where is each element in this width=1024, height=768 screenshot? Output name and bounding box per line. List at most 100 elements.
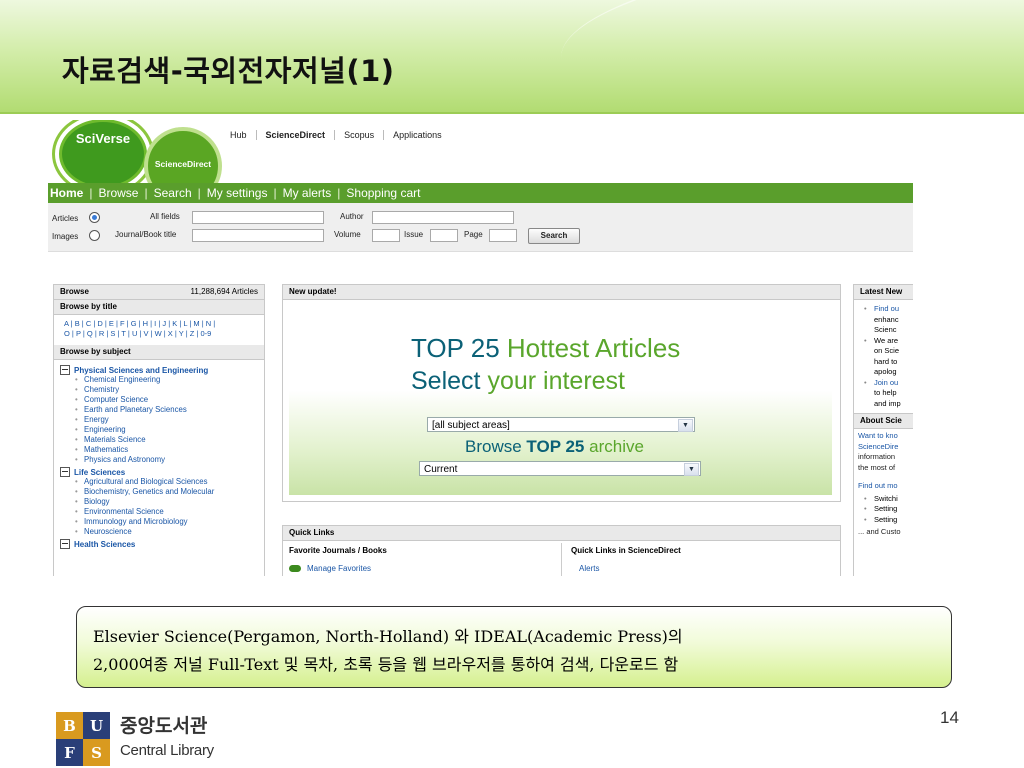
subject-item[interactable]: Chemical Engineering (60, 375, 258, 385)
author-input[interactable] (372, 211, 514, 224)
collapse-icon[interactable] (60, 467, 70, 477)
search-bar: Articles Images All fields Journal/Book … (48, 203, 913, 252)
quick-links-sd-heading: Quick Links in ScienceDirect (571, 546, 681, 555)
browse-by-subject-header: Browse by subject (54, 345, 264, 360)
issue-input[interactable] (430, 229, 458, 242)
callout-line-2: 2,000여종 저널 Full-Text 및 목차, 초록 등을 웹 브라우저를… (93, 655, 679, 674)
subject-area-select[interactable]: [all subject areas] ▼ (427, 417, 695, 432)
news-item-text: enhanc (874, 314, 899, 324)
subject-item[interactable]: Immunology and Microbiology (60, 517, 258, 527)
nav-home[interactable]: Home (50, 186, 89, 200)
latest-news-header: Latest New (854, 285, 913, 300)
bufs-emblem: B U F S (56, 712, 110, 766)
subject-item-continued[interactable]: Biology (60, 497, 258, 507)
issue-label: Issue (404, 230, 424, 239)
divider (561, 543, 562, 576)
news-item-text: and imp (874, 398, 901, 408)
volume-label: Volume (334, 230, 361, 239)
subject-item[interactable]: Physics and Astronomy (60, 455, 258, 465)
quick-links-header: Quick Links (283, 526, 840, 541)
slide-header: 자료검색-국외전자저널(1) (0, 0, 1024, 129)
archive-period-select[interactable]: Current ▼ (419, 461, 701, 476)
news-item: We are (864, 336, 913, 347)
latest-news-list: Find ou enhanc Scienc We are on Scie har… (854, 300, 913, 409)
find-out-item[interactable]: Setting (864, 504, 913, 515)
and-custom-link[interactable]: ... and Custo (854, 525, 913, 540)
volume-input[interactable] (372, 229, 400, 242)
callout-line-1: Elsevier Science(Pergamon, North-Holland… (93, 627, 683, 646)
images-label: Images (52, 232, 79, 241)
subject-item[interactable]: Biochemistry, Genetics and Molecular (60, 487, 258, 497)
author-label: Author (340, 212, 364, 221)
promo-subline: Select your interest (411, 367, 625, 395)
nav-my-settings[interactable]: My settings (201, 186, 274, 200)
sciencedirect-screenshot: SciVerse ScienceDirect Hub ScienceDirect… (48, 120, 913, 576)
subject-item[interactable]: Neuroscience (60, 527, 258, 537)
decorative-swirl (554, 0, 1024, 129)
library-name-korean: 중앙도서관 (120, 715, 208, 737)
slide-title: 자료검색-국외전자저널(1) (62, 54, 395, 88)
top-link-sciencedirect[interactable]: ScienceDirect (255, 130, 335, 140)
news-item[interactable]: Find ou (864, 304, 913, 315)
subject-item[interactable]: Mathematics (60, 445, 258, 455)
articles-label: Articles (52, 214, 79, 223)
subject-item[interactable]: Engineering (60, 425, 258, 435)
nav-browse[interactable]: Browse (92, 186, 144, 200)
top-link-scopus[interactable]: Scopus (334, 130, 383, 140)
subject-item[interactable]: Energy (60, 415, 258, 425)
browse-top25-link[interactable]: Browse TOP 25 archive (465, 437, 644, 457)
collapse-icon[interactable] (60, 539, 70, 549)
collapse-icon[interactable] (60, 365, 70, 375)
all-fields-label: All fields (150, 212, 180, 221)
news-item-text: Scienc (874, 325, 897, 334)
news-item[interactable]: Join ou (864, 378, 913, 389)
news-item-text: hard to (874, 356, 898, 366)
subject-item[interactable]: Agricultural and Biological Sciences (60, 477, 258, 487)
subject-group[interactable]: Health Sciences (60, 539, 258, 549)
new-update-header: New update! (283, 285, 840, 300)
promo-headline: TOP 25 Hottest Articles (411, 333, 681, 363)
alerts-link[interactable]: Alerts (579, 564, 599, 573)
page-label: Page (464, 230, 483, 239)
subject-item[interactable]: Computer Science (60, 395, 258, 405)
chevron-down-icon[interactable]: ▼ (684, 463, 699, 476)
page-input[interactable] (489, 229, 517, 242)
article-count: 11,288,694 Articles (190, 287, 258, 296)
articles-radio[interactable] (89, 212, 100, 223)
find-out-list: Switchi Setting Setting (854, 494, 913, 526)
about-text: Want to kno ScienceDire information the … (854, 429, 913, 494)
news-item-text: apolog (874, 367, 897, 376)
subject-item[interactable]: Earth and Planetary Sciences (60, 405, 258, 415)
find-out-item[interactable]: Setting (864, 515, 913, 526)
top-links: Hub ScienceDirect Scopus Applications (230, 130, 451, 140)
manage-favorites-link[interactable]: Manage Favorites (289, 564, 371, 573)
favorite-journals-heading: Favorite Journals / Books (289, 546, 387, 555)
browse-by-title-header: Browse by title (54, 300, 264, 315)
all-fields-input[interactable] (192, 211, 324, 224)
quick-links-panel: Quick Links Favorite Journals / Books Qu… (282, 525, 841, 576)
description-callout: Elsevier Science(Pergamon, North-Holland… (76, 606, 952, 688)
nav-search[interactable]: Search (148, 186, 198, 200)
nav-my-alerts[interactable]: My alerts (277, 186, 338, 200)
subject-item[interactable]: Materials Science (60, 435, 258, 445)
find-out-more[interactable]: Find out mo (858, 481, 913, 492)
journal-title-input[interactable] (192, 229, 324, 242)
images-radio[interactable] (89, 230, 100, 241)
search-button[interactable]: Search (528, 228, 580, 244)
chevron-down-icon[interactable]: ▼ (678, 419, 693, 432)
top25-promo: TOP 25 Hottest Articles Select your inte… (289, 305, 832, 495)
top-link-applications[interactable]: Applications (383, 130, 451, 140)
top-link-hub[interactable]: Hub (230, 130, 256, 140)
library-name-english: Central Library (120, 742, 214, 759)
browse-panel: Browse 11,288,694 Articles Browse by tit… (53, 284, 265, 576)
alphabet-index[interactable]: A | B | C | D | E | F | G | H | I | J | … (54, 315, 264, 345)
subject-item[interactable]: Chemistry (60, 385, 258, 395)
news-item-text: to help (874, 388, 897, 397)
nav-shopping-cart[interactable]: Shopping cart (340, 186, 426, 200)
news-item-text: on Scie (874, 346, 900, 355)
subject-item[interactable]: Environmental Science (60, 507, 258, 517)
new-update-panel: New update! TOP 25 Hottest Articles Sele… (282, 284, 841, 502)
subject-group[interactable]: Physical Sciences and Engineering (60, 365, 258, 375)
subject-group[interactable]: Life Sciences (60, 467, 258, 477)
find-out-item[interactable]: Switchi (864, 494, 913, 505)
